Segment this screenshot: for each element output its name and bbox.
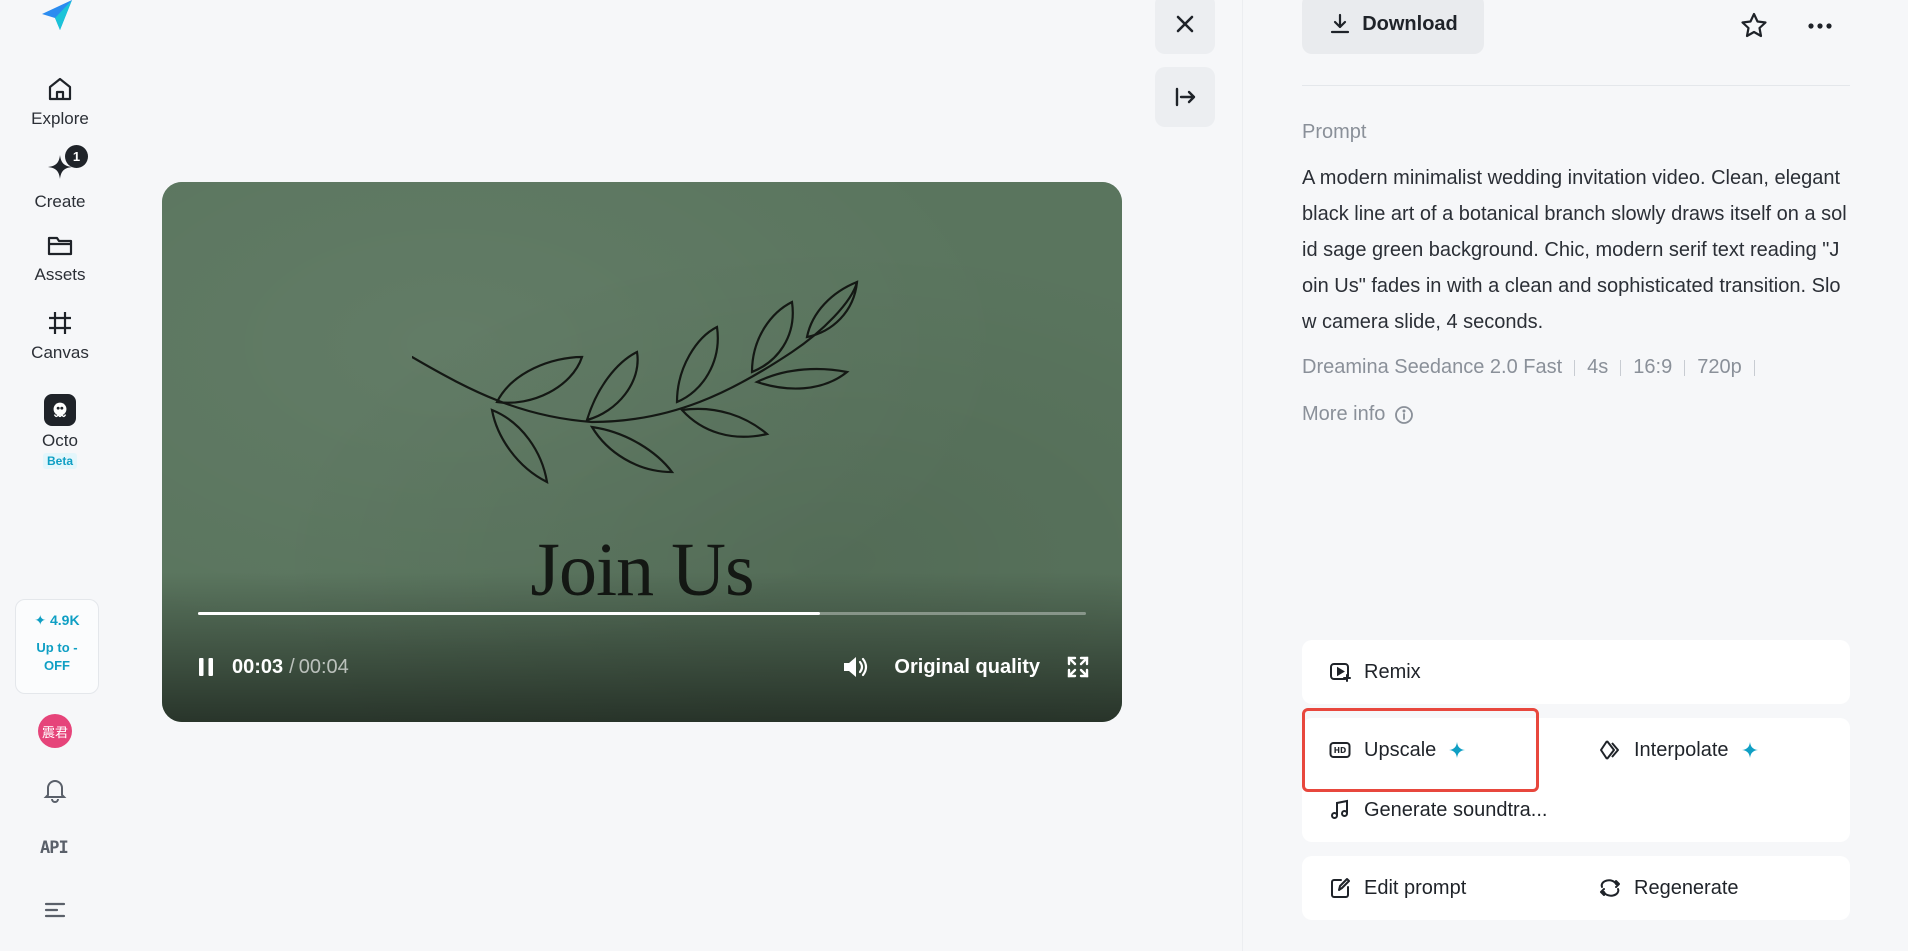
api-link[interactable]: API (40, 838, 69, 858)
quality-selector[interactable]: Original quality (894, 656, 1040, 679)
sidebar-item-label: Octo (42, 431, 78, 450)
sidebar-item-label: Assets (34, 265, 86, 284)
download-icon (1331, 13, 1350, 34)
remix-card: Remix (1302, 640, 1850, 704)
regenerate-label: Regenerate (1634, 876, 1739, 899)
video-player[interactable]: Join Us 00:03 / 00:04 Original quality (162, 182, 1122, 722)
soundtrack-label: Generate soundtra... (1364, 798, 1548, 821)
progress-bar[interactable] (198, 612, 1086, 615)
star-icon[interactable] (1738, 10, 1770, 42)
more-info-label: More info (1302, 403, 1386, 425)
time-separator: / (289, 655, 295, 678)
pause-icon[interactable] (194, 655, 218, 679)
info-icon (1395, 405, 1414, 424)
prompt-text: A modern minimalist wedding invitation v… (1302, 167, 1847, 333)
hd-icon: HD (1329, 742, 1351, 758)
meta-separator (1620, 359, 1622, 376)
meta-separator (1753, 359, 1755, 376)
generation-meta: Dreamina Seedance 2.0 Fast 4s 16:9 720p (1302, 356, 1767, 379)
remix-label: Remix (1364, 660, 1421, 683)
botanical-branch-art (412, 280, 859, 484)
folder-icon (47, 236, 73, 256)
upscale-button[interactable]: HD Upscale (1328, 738, 1466, 762)
menu-icon[interactable] (41, 896, 69, 924)
progress-fill (198, 612, 820, 615)
avatar[interactable]: 震君 (38, 714, 72, 748)
meta-separator (1684, 359, 1686, 376)
panel-divider (1242, 0, 1243, 951)
fullscreen-icon[interactable] (1066, 655, 1090, 679)
remix-button[interactable]: Remix (1328, 660, 1421, 684)
edit-prompt-button[interactable]: Edit prompt (1328, 876, 1466, 900)
sidebar-item-explore[interactable]: Explore (0, 74, 120, 129)
sparkle-icon (1449, 742, 1466, 758)
sparkle-icon (1741, 742, 1758, 758)
interpolate-label: Interpolate (1634, 738, 1729, 761)
edit-icon (1331, 878, 1350, 898)
meta-ratio: 16:9 (1633, 356, 1673, 378)
download-button[interactable]: Download (1302, 0, 1484, 54)
dreamina-logo-icon[interactable] (36, 0, 76, 36)
bell-icon[interactable] (41, 776, 69, 804)
sidebar: Explore 1 Create Assets Canvas Octo Beta… (0, 0, 120, 951)
controls-gradient (162, 572, 1122, 722)
meta-duration: 4s (1587, 356, 1609, 378)
sidebar-item-octo[interactable]: Octo Beta (0, 394, 120, 469)
sidebar-item-create[interactable]: 1 Create (0, 145, 120, 212)
current-time: 00:03 (232, 655, 284, 678)
upscale-label: Upscale (1364, 738, 1437, 761)
collapse-panel-button[interactable] (1155, 67, 1215, 127)
enhance-card: HD Upscale Interpolate Generate soundtra… (1302, 718, 1850, 842)
crop-icon (49, 312, 71, 334)
home-icon (48, 77, 72, 101)
close-button[interactable] (1155, 0, 1215, 54)
meta-model: Dreamina Seedance 2.0 Fast (1302, 356, 1563, 378)
sidebar-item-label: Create (34, 192, 86, 211)
promo-text: Up to - OFF (36, 640, 78, 673)
generate-soundtrack-button[interactable]: Generate soundtra... (1328, 798, 1547, 822)
remix-icon (1330, 663, 1351, 682)
meta-separator (1574, 359, 1576, 376)
edit-card: Edit prompt Regenerate (1302, 856, 1850, 920)
interpolate-icon (1600, 740, 1619, 760)
collapse-panel-icon (1175, 87, 1196, 107)
credits-promo-box[interactable]: ✦ 4.9K Up to - OFF (15, 599, 99, 694)
prompt-label: Prompt (1302, 121, 1367, 143)
sidebar-item-assets[interactable]: Assets (0, 230, 120, 285)
more-info-link[interactable]: More info (1302, 403, 1415, 426)
beta-tag: Beta (42, 453, 77, 469)
regenerate-button[interactable]: Regenerate (1598, 876, 1739, 900)
sidebar-item-canvas[interactable]: Canvas (0, 308, 120, 363)
octo-icon (44, 394, 76, 426)
interpolate-button[interactable]: Interpolate (1598, 738, 1759, 762)
music-note-icon (1331, 799, 1348, 819)
notification-badge: 1 (65, 145, 88, 168)
player-controls: 00:03 / 00:04 Original quality (194, 652, 1090, 682)
regenerate-icon (1600, 879, 1620, 897)
total-time: 00:04 (298, 655, 349, 678)
volume-icon[interactable] (840, 652, 870, 682)
svg-text:HD: HD (1334, 746, 1347, 755)
download-label: Download (1362, 12, 1458, 35)
close-icon (1176, 15, 1194, 33)
sidebar-item-label: Canvas (31, 343, 89, 362)
sidebar-item-label: Explore (31, 109, 89, 128)
edit-prompt-label: Edit prompt (1364, 876, 1467, 899)
header-divider (1302, 85, 1850, 86)
credits-value: ✦ 4.9K (34, 612, 80, 628)
meta-resolution: 720p (1697, 356, 1742, 378)
more-options-icon[interactable] (1804, 10, 1836, 42)
